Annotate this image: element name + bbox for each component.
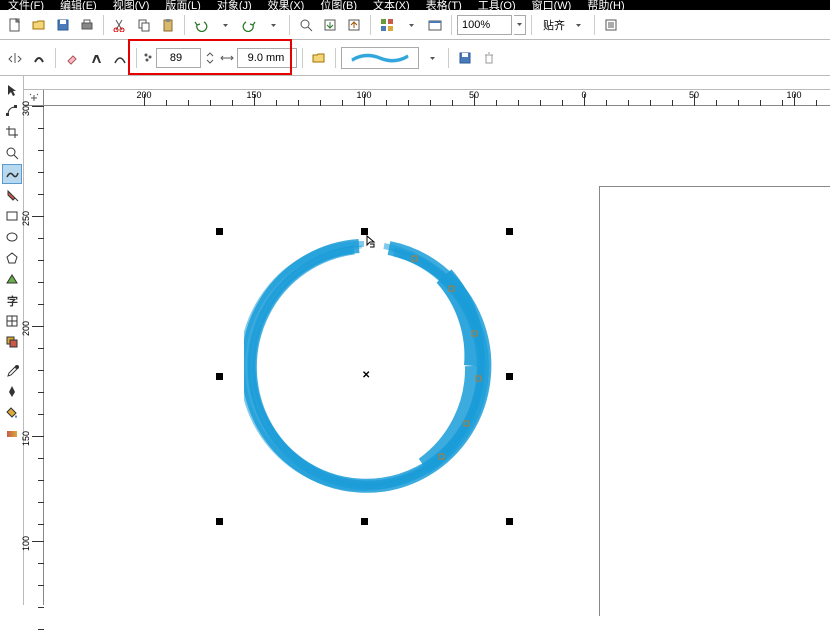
- cut-button[interactable]: [109, 14, 131, 36]
- menu-layout[interactable]: 版面(L): [165, 0, 200, 13]
- mirror-h-button[interactable]: [4, 47, 26, 69]
- print-button[interactable]: [76, 14, 98, 36]
- spray-size-input[interactable]: [237, 48, 297, 68]
- zoom-value[interactable]: [462, 19, 502, 31]
- open-button[interactable]: [28, 14, 50, 36]
- menu-view[interactable]: 视图(V): [113, 0, 150, 13]
- spray-count-icon: [142, 51, 154, 65]
- cursor-shape-icon: [364, 234, 378, 248]
- selection-handle[interactable]: [216, 518, 223, 525]
- copy-button[interactable]: [133, 14, 155, 36]
- selection-handle[interactable]: [216, 228, 223, 235]
- menu-tools[interactable]: 工具(O): [478, 0, 516, 13]
- ruler-vertical[interactable]: 300250200150100: [24, 106, 44, 605]
- artistic-circle-object[interactable]: [244, 236, 504, 496]
- freehand-tool[interactable]: [2, 164, 22, 184]
- pen-button[interactable]: [85, 47, 107, 69]
- brush-type-button[interactable]: [28, 47, 50, 69]
- undo-button[interactable]: [190, 14, 212, 36]
- shape-tool[interactable]: [2, 101, 22, 121]
- selection-handle[interactable]: [506, 518, 513, 525]
- zoom-dropdown[interactable]: [514, 15, 526, 35]
- menu-effects[interactable]: 效果(X): [268, 0, 305, 13]
- crop-tool[interactable]: [2, 122, 22, 142]
- menu-window[interactable]: 窗口(W): [532, 0, 572, 13]
- spray-count-value[interactable]: [161, 52, 191, 64]
- menu-file[interactable]: 文件(F): [8, 0, 44, 13]
- save-button[interactable]: [52, 14, 74, 36]
- menu-help[interactable]: 帮助(H): [587, 0, 624, 13]
- outline-pen-tool[interactable]: [2, 381, 22, 401]
- snap-label: 贴齐: [543, 17, 565, 33]
- artistic-media-tool[interactable]: [2, 185, 22, 205]
- save-brush-button[interactable]: [454, 47, 476, 69]
- basic-shapes-tool[interactable]: [2, 269, 22, 289]
- dimension-tool[interactable]: [2, 332, 22, 352]
- options-button[interactable]: [600, 14, 622, 36]
- spray-size-icon: [219, 51, 235, 65]
- brush-dropdown[interactable]: [421, 47, 443, 69]
- eyedropper-tool[interactable]: [2, 360, 22, 380]
- zoom-level-input[interactable]: [457, 15, 512, 35]
- zoom-tool[interactable]: [2, 143, 22, 163]
- menu-object[interactable]: 对象(J): [217, 0, 252, 13]
- spray-count-input[interactable]: [156, 48, 201, 68]
- ellipse-tool[interactable]: [2, 227, 22, 247]
- page-boundary: [599, 186, 830, 616]
- undo-dropdown[interactable]: [214, 14, 236, 36]
- snap-dropdown[interactable]: [567, 14, 589, 36]
- paste-button[interactable]: [157, 14, 179, 36]
- polygon-tool[interactable]: [2, 248, 22, 268]
- app-launcher-button[interactable]: [376, 14, 398, 36]
- app-launcher-dropdown[interactable]: [400, 14, 422, 36]
- delete-brush-button[interactable]: [478, 47, 500, 69]
- menubar: 文件(F) 编辑(E) 视图(V) 版面(L) 对象(J) 效果(X) 位图(B…: [0, 0, 830, 10]
- selection-center-marker: ✕: [362, 370, 370, 381]
- export-button[interactable]: [343, 14, 365, 36]
- canvas-area: 20015010050050100 300250200150100: [24, 76, 830, 605]
- redo-dropdown[interactable]: [262, 14, 284, 36]
- brush-preview[interactable]: [341, 47, 419, 69]
- search-button[interactable]: [295, 14, 317, 36]
- selection-handle[interactable]: [506, 228, 513, 235]
- brush-folder-button[interactable]: [308, 47, 330, 69]
- drawing-canvas[interactable]: ✕: [44, 106, 830, 605]
- pressure-button[interactable]: [109, 47, 131, 69]
- ruler-horizontal[interactable]: 20015010050050100: [44, 90, 830, 106]
- menu-bitmap[interactable]: 位图(B): [320, 0, 357, 13]
- redo-button[interactable]: [238, 14, 260, 36]
- welcome-button[interactable]: [424, 14, 446, 36]
- spray-count-spinner[interactable]: [203, 48, 217, 68]
- selection-handle[interactable]: [216, 373, 223, 380]
- import-button[interactable]: [319, 14, 341, 36]
- menu-edit[interactable]: 编辑(E): [60, 0, 97, 13]
- selection-handle[interactable]: [361, 518, 368, 525]
- selection-handle[interactable]: [506, 373, 513, 380]
- spray-size-value[interactable]: [242, 52, 290, 64]
- new-button[interactable]: [4, 14, 26, 36]
- toolbox: 字: [0, 76, 24, 605]
- rectangle-tool[interactable]: [2, 206, 22, 226]
- table-tool[interactable]: [2, 311, 22, 331]
- eraser-button[interactable]: [61, 47, 83, 69]
- menu-table[interactable]: 表格(T): [426, 0, 462, 13]
- property-bar: [0, 40, 830, 76]
- interactive-fill-tool[interactable]: [2, 423, 22, 443]
- pick-tool[interactable]: [2, 80, 22, 100]
- fill-tool[interactable]: [2, 402, 22, 422]
- menu-text[interactable]: 文本(X): [373, 0, 410, 13]
- svg-text:字: 字: [7, 294, 18, 307]
- text-tool[interactable]: 字: [2, 290, 22, 310]
- standard-toolbar: 贴齐: [0, 10, 830, 40]
